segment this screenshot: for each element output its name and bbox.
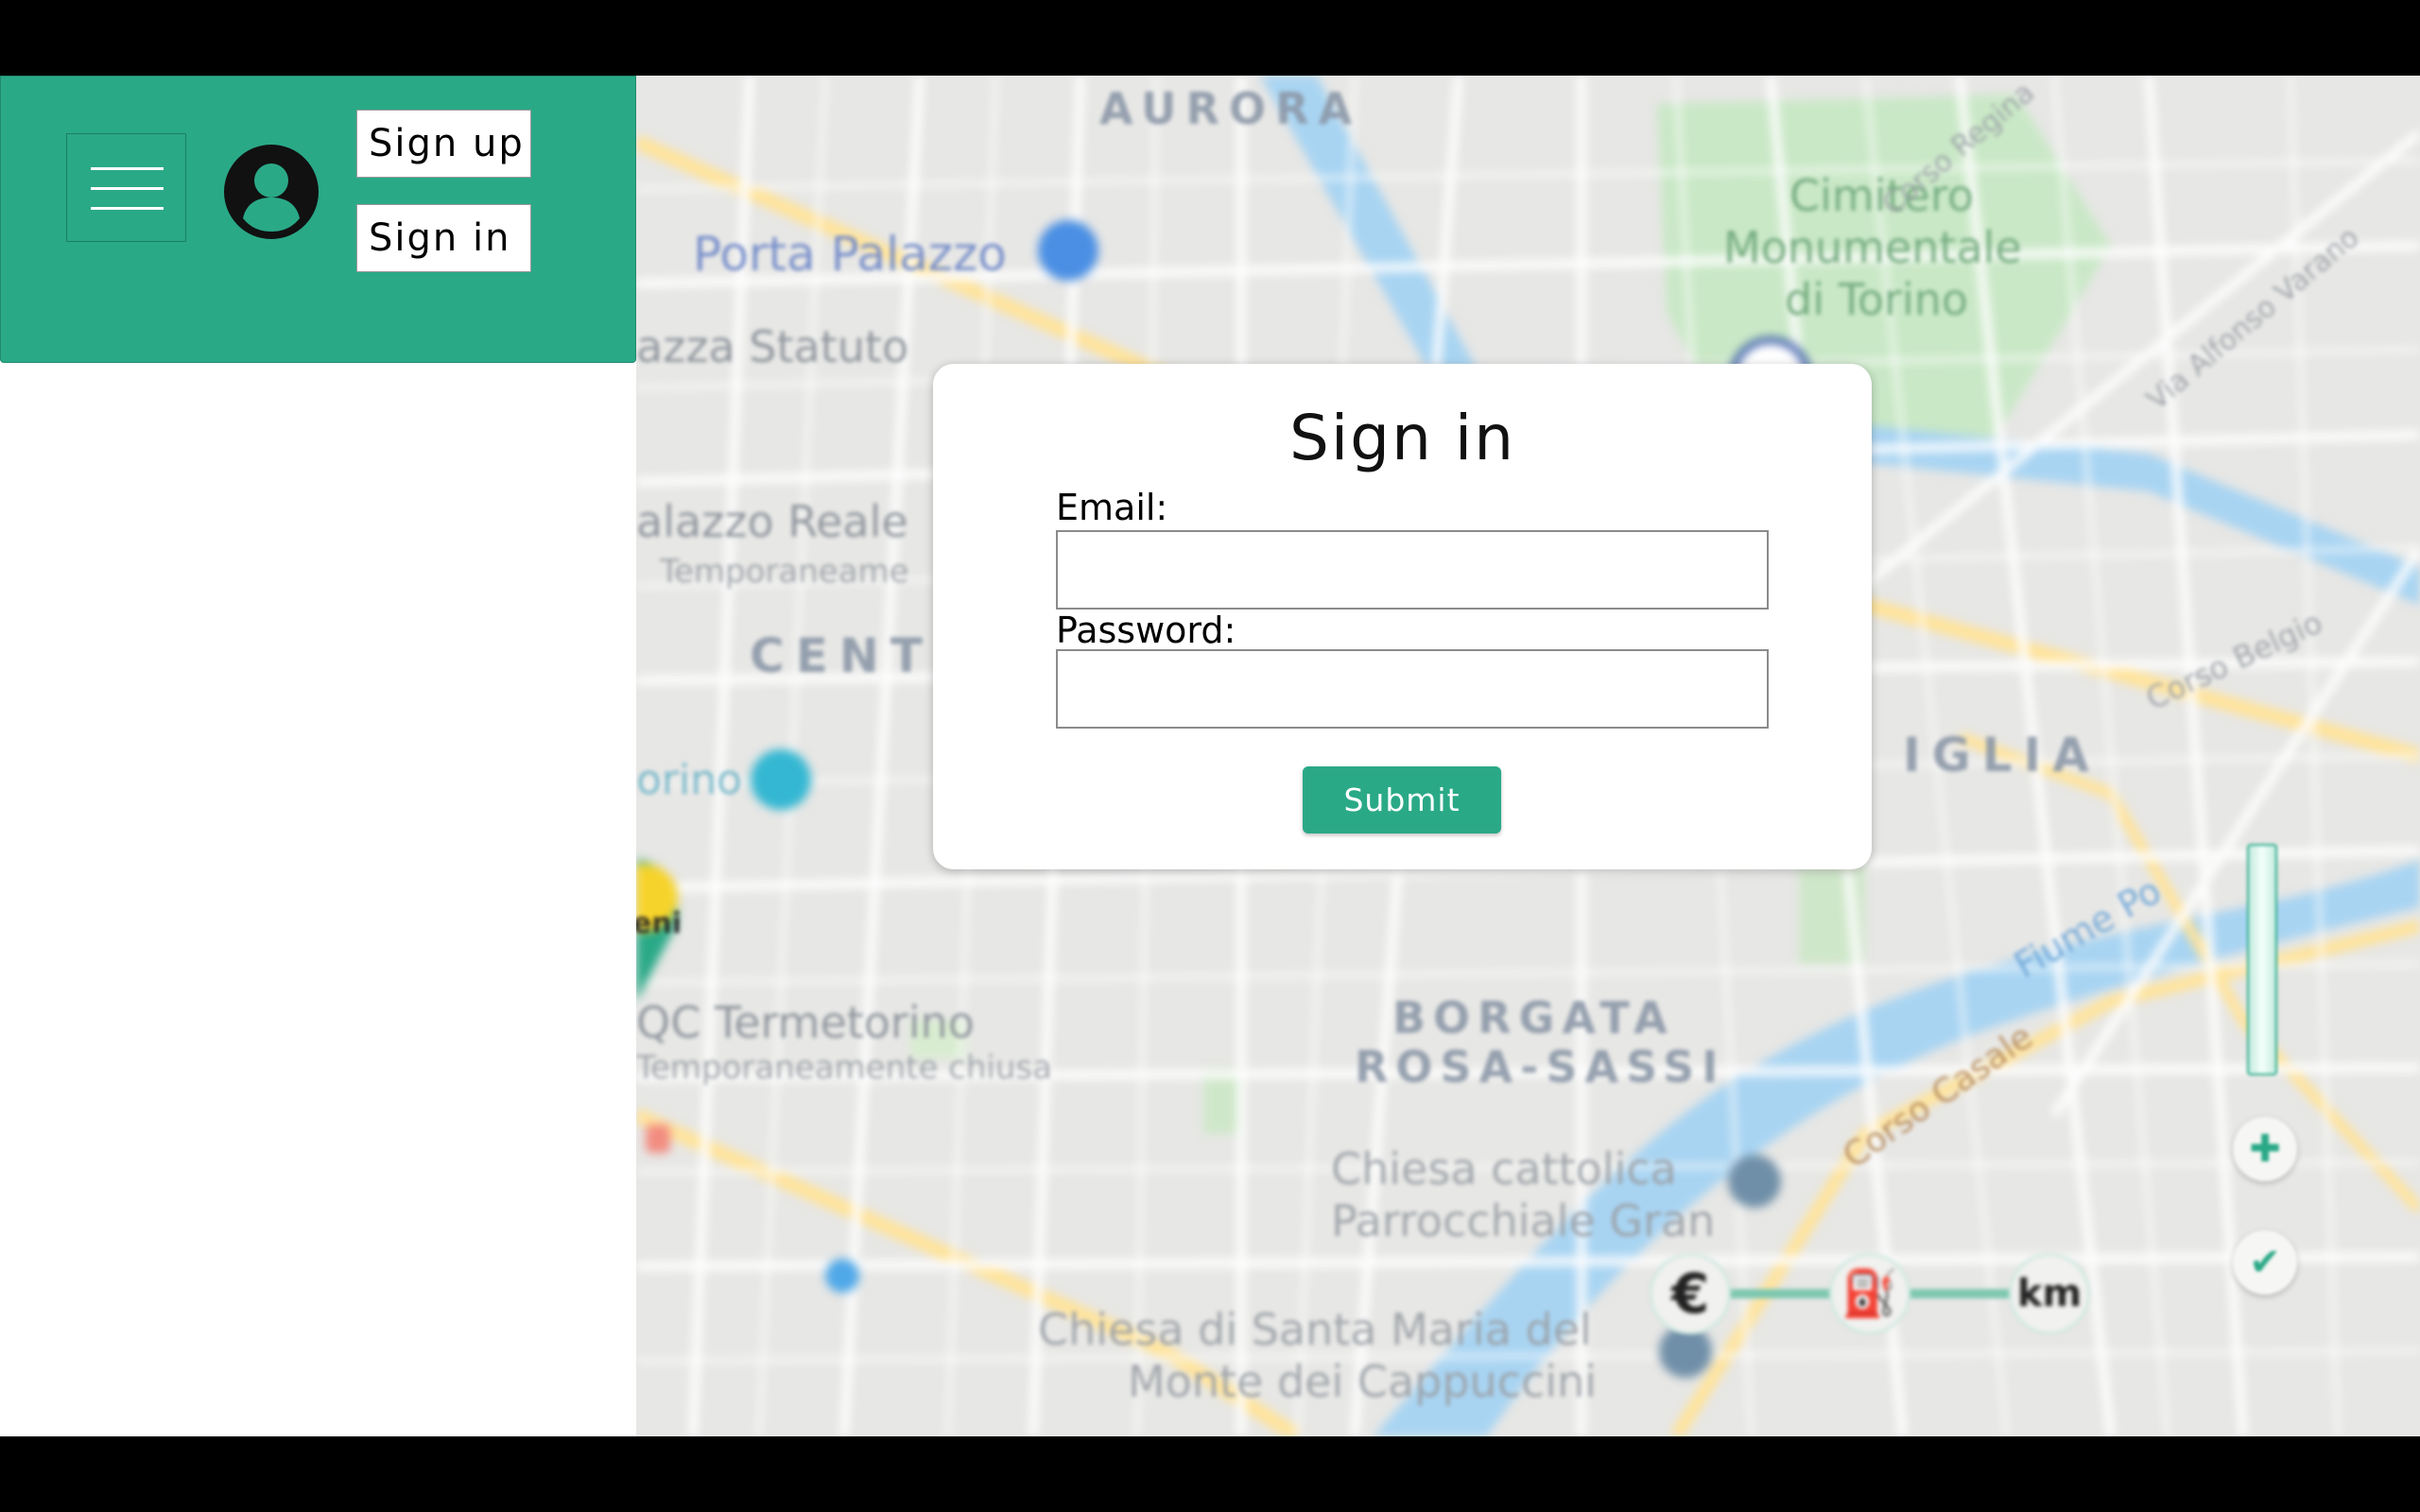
sign-up-button[interactable]: Sign up	[356, 110, 531, 178]
modal-title: Sign in	[1288, 402, 1516, 474]
submit-button[interactable]: Submit	[1303, 766, 1501, 833]
map-label-borgata: BORGATA	[1392, 992, 1675, 1043]
zoom-slider[interactable]	[2247, 844, 2277, 1075]
map-label-eni: eni	[636, 907, 682, 940]
euro-icon: €	[1670, 1262, 1710, 1326]
filter-distance-button[interactable]: km	[2009, 1253, 2090, 1334]
hamburger-menu-button[interactable]	[66, 133, 186, 242]
password-label: Password:	[1056, 610, 1236, 651]
hamburger-bar	[91, 187, 164, 190]
check-icon: ✔	[2249, 1241, 2281, 1284]
email-label: Email:	[1056, 487, 1168, 528]
map-label-di-torino: di Torino	[1785, 274, 1969, 325]
map-label-piazza-statuto: azza Statuto	[636, 321, 909, 372]
locate-button[interactable]: ✚	[2233, 1117, 2297, 1181]
distance-icon: km	[2016, 1272, 2083, 1315]
map-label-palazzo-reale: alazzo Reale	[636, 496, 908, 547]
map-label-termetorino: QC Termetorino	[636, 997, 975, 1048]
sign-in-button[interactable]: Sign in	[356, 204, 531, 272]
password-field[interactable]	[1056, 649, 1769, 729]
crosshair-icon: ✚	[2249, 1127, 2281, 1171]
map-label-chiesa-santa-maria: Chiesa di Santa Maria del	[1038, 1304, 1592, 1355]
map-label-monte-cappuccini: Monte dei Cappuccini	[1128, 1356, 1598, 1407]
map-label-temporaneamente: Temporaneame	[660, 553, 909, 591]
map-label-vanchiglia: IGLIA	[1903, 728, 2100, 782]
email-field[interactable]	[1056, 530, 1769, 610]
map-label-rosa-sassi: ROSA-SASSI	[1355, 1041, 1726, 1092]
map-label-porta-palazzo: Porta Palazzo	[693, 227, 1007, 282]
map-label-temporaneamente-chiusa: Temporaneamente chiusa	[636, 1049, 1052, 1087]
map-label-parrocchiale: Parrocchiale Gran	[1331, 1195, 1716, 1246]
hamburger-menu-icon	[91, 167, 164, 170]
fuel-icon: ⛽	[1841, 1267, 1898, 1320]
app-root: AURORA Porta Palazzo azza Statuto Cimite…	[0, 76, 2420, 1436]
filter-bar: € ⛽ km	[1650, 1247, 2094, 1342]
user-avatar-icon[interactable]	[222, 143, 320, 241]
filter-price-button[interactable]: €	[1650, 1253, 1731, 1334]
sidebar: Sign up Sign in	[0, 76, 636, 1436]
map-label-aurora: AURORA	[1099, 83, 1362, 134]
edit-location-button[interactable]: ✔	[2233, 1230, 2297, 1295]
map-label-torino: orino	[636, 756, 743, 804]
sign-in-modal: Sign in Email: Password: Submit	[933, 364, 1872, 869]
map-label-chiesa-cattolica: Chiesa cattolica	[1331, 1143, 1677, 1194]
hamburger-bar	[91, 207, 164, 210]
filter-power-button[interactable]: ⛽	[1829, 1253, 1910, 1334]
sidebar-header: Sign up Sign in	[0, 76, 636, 363]
map-label-monumentale: Monumentale	[1723, 222, 2022, 273]
